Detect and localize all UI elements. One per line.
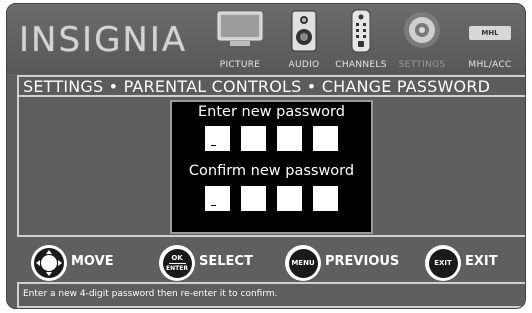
select-label: SELECT [199, 254, 253, 269]
confirm-password-digit-1[interactable] [205, 186, 230, 211]
previous-label: PREVIOUS [325, 254, 400, 269]
exit-label: EXIT [465, 254, 498, 269]
speaker-icon [291, 10, 317, 52]
menu-tab-settings[interactable]: SETTINGS [393, 8, 451, 72]
mhl-icon: MHL [469, 26, 511, 40]
exit-hint[interactable]: EXIT EXIT [425, 245, 515, 281]
breadcrumb: SETTINGS • PARENTAL CONTROLS • CHANGE PA… [17, 75, 525, 97]
select-hint[interactable]: OK ENTER SELECT [159, 245, 269, 281]
move-label: MOVE [71, 254, 114, 269]
help-bar: Enter a new 4-digit password then re-ent… [17, 282, 525, 308]
password-dialog: Enter new password Confirm new password [170, 100, 373, 234]
new-password-digit-4[interactable] [313, 126, 338, 151]
remote-icon [351, 9, 371, 53]
confirm-password-fields [172, 186, 371, 211]
exit-key-icon: EXIT [425, 245, 461, 281]
menu-tab-label: PICTURE [219, 60, 261, 70]
menu-tab-audio[interactable]: AUDIO [279, 8, 329, 72]
move-hint[interactable]: MOVE [31, 245, 141, 281]
breadcrumb-text: SETTINGS • PARENTAL CONTROLS • CHANGE PA… [23, 77, 491, 96]
new-password-digit-1[interactable] [205, 126, 230, 151]
enter-password-label: Enter new password [198, 104, 345, 120]
tv-menu-screen: INSIGNIA PICTURE AUDIO CHANNELS SETTINGS… [6, 3, 526, 309]
dpad-icon [31, 245, 67, 281]
new-password-digit-2[interactable] [241, 126, 266, 151]
ok-enter-icon: OK ENTER [159, 245, 195, 281]
menu-key-icon: MENU [285, 245, 321, 281]
confirm-password-digit-3[interactable] [277, 186, 302, 211]
menu-tab-label: MHL/ACC [468, 60, 512, 70]
confirm-password-label: Confirm new password [188, 163, 355, 179]
previous-hint[interactable]: MENU PREVIOUS [285, 245, 415, 281]
menu-key-text: MENU [291, 259, 315, 267]
tv-icon [217, 11, 263, 46]
new-password-fields [172, 126, 371, 151]
menu-tab-channels[interactable]: CHANNELS [331, 8, 391, 72]
help-text: Enter a new 4-digit password then re-ent… [23, 289, 278, 299]
insignia-logo: INSIGNIA [19, 20, 188, 60]
exit-key-text: EXIT [434, 259, 452, 267]
menu-tab-mhl-acc[interactable]: MHL MHL/ACC [457, 8, 523, 72]
menu-tab-label: CHANNELS [335, 60, 387, 70]
menu-tab-picture[interactable]: PICTURE [212, 8, 268, 72]
enter-key-text: ENTER [166, 264, 188, 272]
menu-tab-label: SETTINGS [398, 60, 446, 70]
confirm-password-digit-2[interactable] [241, 186, 266, 211]
menu-tab-label: AUDIO [288, 60, 320, 70]
gear-icon [404, 12, 440, 48]
control-hints-bar: MOVE OK ENTER SELECT MENU PREVIOUS EXIT … [7, 241, 525, 285]
confirm-password-digit-4[interactable] [313, 186, 338, 211]
menu-header: INSIGNIA PICTURE AUDIO CHANNELS SETTINGS… [7, 4, 525, 74]
new-password-digit-3[interactable] [277, 126, 302, 151]
ok-key-text: OK [171, 253, 183, 262]
